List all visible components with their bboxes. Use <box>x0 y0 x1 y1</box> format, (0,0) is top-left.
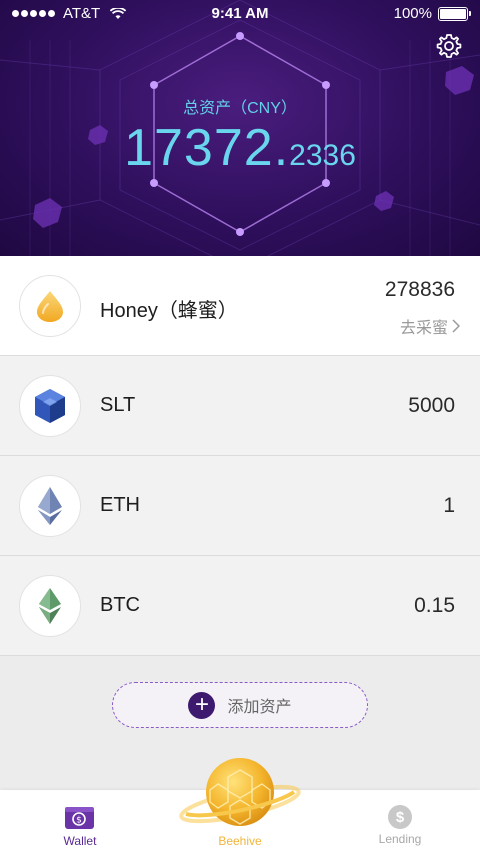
tab-lending-label: Lending <box>378 832 422 846</box>
collect-honey-link[interactable]: 去采蜜 <box>400 314 460 338</box>
coin-badge <box>19 375 81 437</box>
plus-icon: + <box>188 691 216 719</box>
chevron-right-icon <box>452 319 460 333</box>
add-asset-label: 添加资产 <box>227 699 292 716</box>
asset-amount: 1 <box>443 494 455 517</box>
btc-icon <box>39 588 61 624</box>
asset-amount: 278836 <box>384 278 455 301</box>
asset-name: SLT <box>100 394 136 416</box>
beehive-planet-icon[interactable] <box>178 752 302 832</box>
tab-lending[interactable]: $ Lending <box>320 790 480 853</box>
battery-icon <box>438 6 471 21</box>
asset-amount: 5000 <box>408 394 455 417</box>
asset-row-honey[interactable]: Honey（蜂蜜） 278836 去采蜜 <box>0 256 480 356</box>
slt-cube-icon <box>35 389 65 423</box>
coin-badge <box>19 275 81 337</box>
svg-text:$: $ <box>76 816 82 826</box>
asset-list: Honey（蜂蜜） 278836 去采蜜 SLT 5000 ETH 1 BTC … <box>0 256 480 656</box>
coin-badge <box>19 575 81 637</box>
honey-drop-icon <box>37 291 63 322</box>
status-bar: AT&T 9:41 AM 100% <box>0 0 480 28</box>
asset-amount: 0.15 <box>414 594 455 617</box>
total-assets-decimal: 2336 <box>289 139 356 172</box>
total-assets-value: 17372.2336 <box>0 118 480 178</box>
wallet-icon: $ <box>65 807 94 829</box>
asset-row-eth[interactable]: ETH 1 <box>0 456 480 556</box>
eth-icon <box>38 487 62 525</box>
asset-name: Honey（蜂蜜） <box>100 300 238 322</box>
asset-row-slt[interactable]: SLT 5000 <box>0 356 480 456</box>
add-asset-button[interactable]: + 添加资产 <box>112 682 368 728</box>
dollar-coin-icon: $ <box>388 805 412 829</box>
asset-name: BTC <box>100 594 140 616</box>
collect-honey-label: 去采蜜 <box>399 320 448 337</box>
asset-header: AT&T 9:41 AM 100% 总资产（CNY） 17372.2336 <box>0 0 480 256</box>
coin-badge <box>19 475 81 537</box>
asset-row-btc[interactable]: BTC 0.15 <box>0 556 480 656</box>
tab-beehive-label: Beehive <box>218 834 262 848</box>
tab-wallet-label: Wallet <box>63 834 97 848</box>
total-assets-integer: 17372. <box>124 119 290 177</box>
asset-name: ETH <box>100 494 140 516</box>
total-assets-label: 总资产（CNY） <box>183 100 297 117</box>
settings-gear-icon[interactable] <box>436 33 462 59</box>
tab-wallet[interactable]: $ Wallet <box>0 790 160 853</box>
battery-percent: 100% <box>393 5 432 22</box>
